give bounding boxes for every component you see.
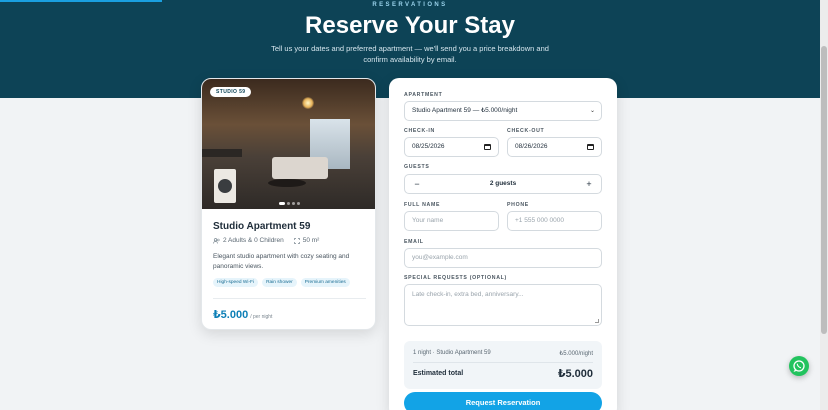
page-title: Reserve Your Stay	[305, 12, 515, 39]
guests-stepper: − 2 guests +	[404, 174, 602, 194]
estimated-total: ₺5.000	[557, 368, 593, 380]
photo-chandelier	[302, 97, 314, 109]
increment-button[interactable]: +	[579, 175, 599, 193]
apartment-description: Elegant studio apartment with cozy seati…	[213, 253, 350, 270]
carousel-dot[interactable]	[279, 202, 285, 205]
email-label: EMAIL	[404, 239, 424, 245]
apartment-meta: 2 Adults & 0 Children 50 m²	[213, 237, 319, 244]
guests-label: GUESTS	[404, 164, 430, 170]
apartment-title: Studio Apartment 59	[213, 221, 311, 232]
fullname-label: FULL NAME	[404, 202, 441, 208]
fullname-input[interactable]: Your name	[404, 211, 499, 231]
requests-placeholder: Late check-in, extra bed, anniversary...	[412, 291, 524, 298]
photo-washer-door	[218, 179, 232, 193]
checkin-label: CHECK-IN	[404, 128, 435, 134]
expand-icon	[293, 237, 300, 244]
photo-counter	[202, 149, 242, 157]
summary-divider	[413, 362, 593, 363]
calendar-icon[interactable]	[587, 144, 594, 150]
card-divider	[213, 298, 366, 299]
whatsapp-icon	[793, 360, 805, 372]
whatsapp-button[interactable]	[789, 356, 809, 376]
hero-subtitle: Tell us your dates and preferred apartme…	[271, 44, 549, 64]
carousel-dot[interactable]	[292, 202, 295, 205]
price-unit: / per night	[250, 314, 273, 320]
checkin-value: 08/25/2026	[412, 143, 445, 150]
apartment-select[interactable]: Studio Apartment 59 — ₺5.000/night ⌄	[404, 101, 602, 121]
price-summary: 1 night · Studio Apartment 59 ₺5.000/nig…	[404, 341, 602, 389]
phone-label: PHONE	[507, 202, 529, 208]
guests-text: 2 Adults & 0 Children	[223, 237, 284, 244]
requests-textarea[interactable]: Late check-in, extra bed, anniversary...	[404, 284, 602, 326]
amenity-tag: Premium amenities	[300, 278, 350, 287]
photo-table	[268, 179, 306, 187]
photo-bed	[272, 157, 328, 179]
apartment-photo[interactable]: STUDIO 59	[202, 79, 375, 209]
checkout-value: 08/26/2026	[515, 143, 548, 150]
guests-value: 2 guests	[489, 180, 517, 187]
email-input[interactable]: you@example.com	[404, 248, 602, 268]
carousel-dots	[279, 202, 300, 205]
checkin-date-input[interactable]: 08/25/2026	[404, 137, 499, 157]
resize-handle[interactable]	[595, 319, 599, 323]
checkout-date-input[interactable]: 08/26/2026	[507, 137, 602, 157]
carousel-dot[interactable]	[297, 202, 300, 205]
users-icon	[213, 237, 220, 244]
apartment-select-value: Studio Apartment 59 — ₺5.000/night	[412, 107, 518, 114]
apartment-label: APARTMENT	[404, 92, 443, 98]
chevron-down-icon: ⌄	[589, 108, 595, 114]
scrollbar-thumb[interactable]	[821, 46, 827, 334]
summary-line: 1 night · Studio Apartment 59	[413, 350, 491, 356]
reservation-form: APARTMENT Studio Apartment 59 — ₺5.000/n…	[389, 78, 617, 410]
estimated-label: Estimated total	[413, 370, 464, 377]
checkout-label: CHECK-OUT	[507, 128, 545, 134]
hero-eyebrow: RESERVATIONS	[372, 2, 448, 8]
summary-rate: ₺5.000/night	[559, 351, 593, 357]
amenity-tags: High-speed Wi-Fi Rain shower Premium ame…	[213, 278, 350, 287]
apartment-badge: STUDIO 59	[210, 87, 252, 97]
guests-meta: 2 Adults & 0 Children	[213, 237, 284, 244]
price-value: ₺5.000	[213, 309, 249, 321]
calendar-icon[interactable]	[484, 144, 491, 150]
requests-label: SPECIAL REQUESTS (OPTIONAL)	[404, 275, 507, 281]
carousel-dot[interactable]	[287, 202, 290, 205]
request-reservation-button[interactable]: Request Reservation	[404, 392, 602, 410]
amenity-tag: High-speed Wi-Fi	[213, 278, 259, 287]
scrollbar[interactable]	[820, 0, 828, 410]
apartment-price: ₺5.000/ per night	[213, 308, 272, 321]
amenity-tag: Rain shower	[262, 278, 297, 287]
area-meta: 50 m²	[293, 237, 320, 244]
apartment-card: STUDIO 59 Studio Apartment 59 2 Adults &…	[201, 78, 376, 330]
phone-input[interactable]: +1 555 000 0000	[507, 211, 602, 231]
area-text: 50 m²	[302, 237, 320, 244]
